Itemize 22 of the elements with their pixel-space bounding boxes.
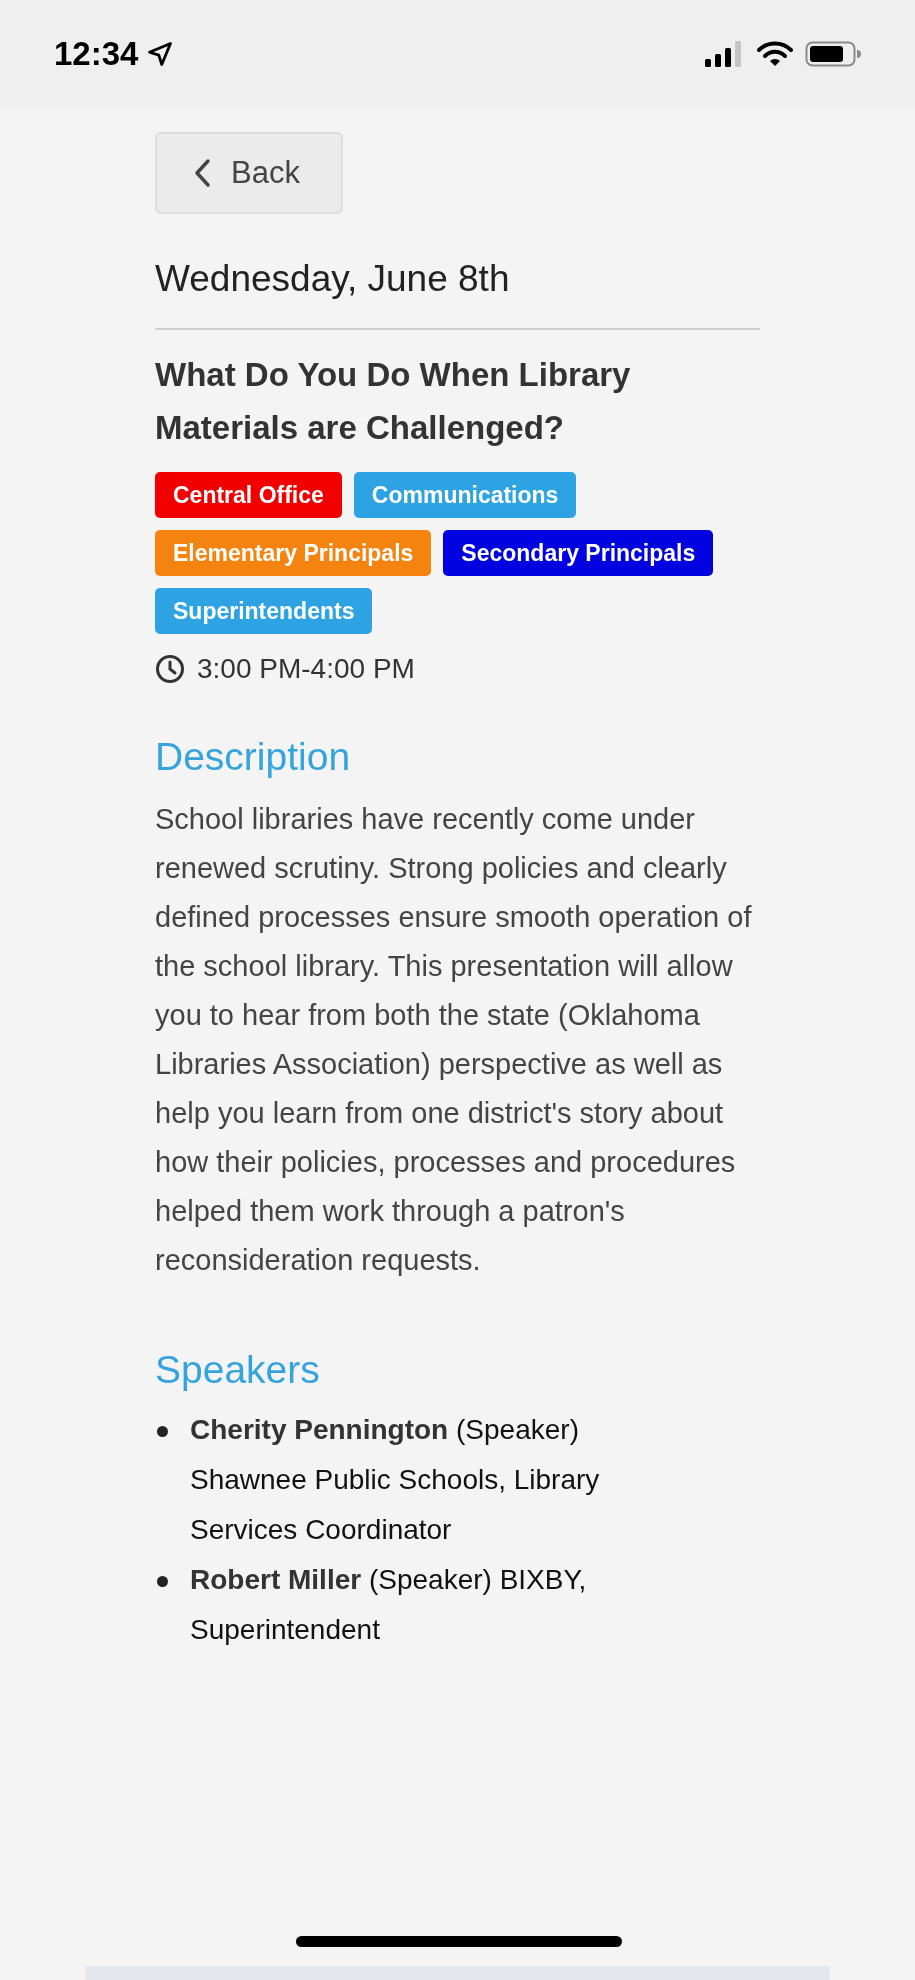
bullet-icon xyxy=(157,1426,168,1438)
speaker-entry: Cherity Pennington (Speaker) Shawnee Public Schools, Library Services Coordinator xyxy=(190,1413,601,1548)
bullet-icon xyxy=(157,1576,168,1588)
description-heading: Description xyxy=(155,734,352,781)
speakers-heading: Speakers xyxy=(155,1346,321,1393)
category-tag: Superintendents xyxy=(155,588,373,635)
speaker-entry: Robert Miller (Speaker) BIXBY, Superintendent xyxy=(190,1563,588,1648)
description-text: School libraries have recently come under renewed scrutiny. Strong policies and clearly defined processes ensure smooth operation of the school library. This presentation will allow you to hear from both the state (Oklahoma Libraries Association) perspective as well as help you learn from one district's story about how their policies, processes and procedures helped them work through a patron's reconsideration requests. xyxy=(155,801,753,1278)
category-tag: Elementary Principals xyxy=(155,530,432,577)
clock-icon xyxy=(155,654,185,685)
wifi-icon xyxy=(757,40,793,68)
battery-icon xyxy=(805,40,861,68)
status-time: 12:34 xyxy=(54,34,139,75)
date-heading: Wednesday, June 8th xyxy=(155,257,511,301)
category-tag: Communications xyxy=(353,472,577,519)
category-tag: Central Office xyxy=(155,472,342,519)
session-time: 3:00 PM-4:00 PM xyxy=(197,652,415,687)
session-title: What Do You Do When Library Materials are Challenged? xyxy=(155,355,632,449)
category-tag: Secondary Principals xyxy=(443,530,714,577)
back-button[interactable]: Back xyxy=(155,132,343,214)
chevron-left-icon xyxy=(193,158,211,188)
location-arrow-icon xyxy=(146,40,175,68)
